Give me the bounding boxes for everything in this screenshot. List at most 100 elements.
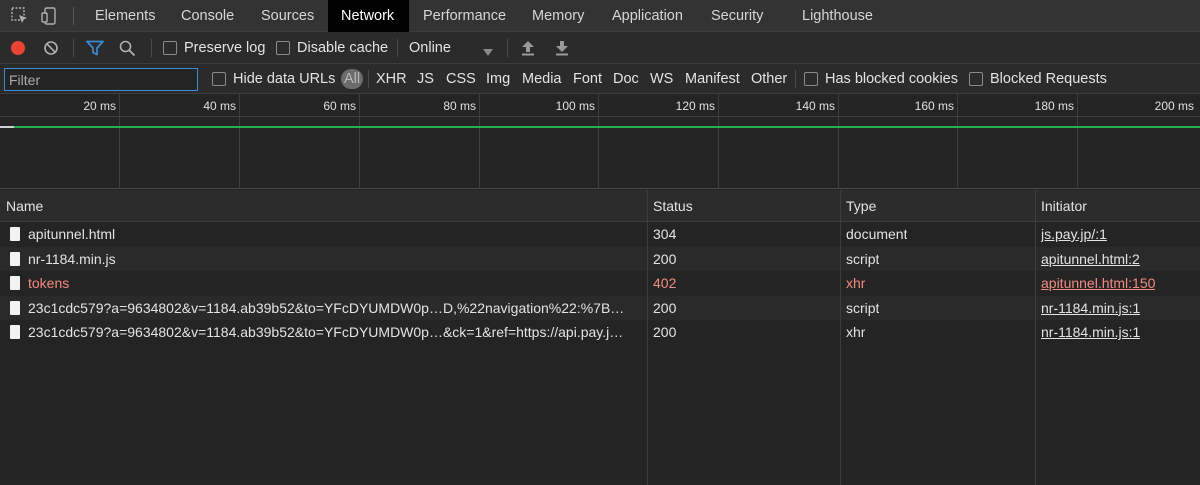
toolbar-separator [73,39,74,57]
table-row[interactable]: tokens 402 xhr apitunnel.html:150 [0,271,1200,296]
type-filter-img[interactable]: Img [486,68,510,90]
toolbar-separator [397,39,398,57]
record-icon[interactable] [10,40,26,56]
timeline-gridline [119,94,120,189]
request-status: 200 [653,299,677,316]
hide-data-urls-checkbox[interactable] [212,72,226,86]
column-header-type[interactable]: Type [840,190,876,222]
document-file-icon [10,276,20,290]
request-initiator-link[interactable]: apitunnel.html:150 [1041,271,1155,296]
throttling-select[interactable]: Online [409,40,451,56]
tab-network[interactable]: Network [328,0,409,32]
table-row[interactable]: apitunnel.html 304 document js.pay.jp/:1 [0,222,1200,247]
timeline-tick-label: 120 ms [675,99,715,113]
toolbar-separator [507,39,508,57]
timeline-tick-label: 140 ms [795,99,835,113]
type-filter-css[interactable]: CSS [446,68,476,90]
device-toolbar-icon[interactable] [40,6,60,26]
timeline-tick-label: 160 ms [914,99,954,113]
request-initiator-link[interactable]: nr-1184.min.js:1 [1041,296,1140,321]
disable-cache-checkbox[interactable] [276,41,290,55]
preserve-log-label: Preserve log [184,40,266,56]
request-type: script [846,299,880,316]
request-status: 200 [653,250,677,267]
request-type: document [846,226,908,242]
tab-lighthouse[interactable]: Lighthouse [790,0,885,32]
timeline-gridline [598,94,599,189]
preserve-log-checkbox[interactable] [163,41,177,55]
type-filter-manifest[interactable]: Manifest [685,68,740,90]
toolbar-separator [151,39,152,57]
devtools-tab-bar: Elements Console Sources Network Perform… [0,0,1200,32]
document-file-icon [10,251,20,266]
timeline-tick-label: 180 ms [1034,99,1074,113]
document-file-icon [10,300,20,315]
clear-icon[interactable] [43,40,59,56]
tab-elements[interactable]: Elements [83,0,167,32]
type-filter-other[interactable]: Other [751,68,787,90]
document-file-icon [10,227,20,241]
type-filter-doc[interactable]: Doc [613,68,639,90]
request-initiator-link[interactable]: apitunnel.html:2 [1041,247,1140,272]
request-status: 304 [653,226,677,242]
column-header-status[interactable]: Status [647,190,693,222]
request-name: nr-1184.min.js [28,250,116,267]
timeline-header-divider [0,116,1200,117]
type-filter-media[interactable]: Media [522,68,562,90]
timeline-gridline [957,94,958,189]
timeline-tick-label: 20 ms [83,99,116,113]
column-divider[interactable] [647,190,648,485]
export-har-icon[interactable] [555,40,569,56]
dom-content-loaded-line [0,126,1200,128]
timeline-gridline [1077,94,1078,189]
table-row[interactable]: 23c1cdc579?a=9634802&v=1184.ab39b52&to=Y… [0,295,1200,321]
tab-security[interactable]: Security [699,0,775,32]
filter-separator [368,70,369,88]
table-row[interactable]: 23c1cdc579?a=9634802&v=1184.ab39b52&to=Y… [0,320,1200,345]
filter-bar: Hide data URLs All XHR JS CSS Img Media … [0,64,1200,94]
timeline-tick-label: 100 ms [555,99,595,113]
tab-sources[interactable]: Sources [249,0,326,32]
type-filter-ws[interactable]: WS [650,68,673,90]
type-filter-xhr[interactable]: XHR [376,68,407,90]
timeline-tick-label: 40 ms [203,99,236,113]
type-filter-all[interactable]: All [341,69,364,89]
filter-separator [795,70,796,88]
has-blocked-cookies-checkbox[interactable] [804,72,818,86]
column-header-initiator[interactable]: Initiator [1035,190,1087,222]
timeline-gridline [838,94,839,189]
has-blocked-cookies-label: Has blocked cookies [825,71,958,87]
tab-application[interactable]: Application [600,0,695,32]
network-overview[interactable]: 20 ms 40 ms 60 ms 80 ms 100 ms 120 ms 14… [0,94,1200,189]
tab-performance[interactable]: Performance [411,0,518,32]
timeline-gridline [718,94,719,189]
column-divider[interactable] [1035,190,1036,485]
timeline-gridline [359,94,360,189]
request-bar [0,126,14,128]
table-row[interactable]: nr-1184.min.js 200 script apitunnel.html… [0,246,1200,272]
timeline-tick-label: 200 ms [1154,99,1194,113]
request-initiator-link[interactable]: js.pay.jp/:1 [1041,222,1107,247]
column-header-name[interactable]: Name [0,190,43,222]
network-toolbar: Preserve log Disable cache Online [0,32,1200,64]
tab-memory[interactable]: Memory [520,0,596,32]
request-type: script [846,250,880,267]
type-filter-js[interactable]: JS [417,68,434,90]
import-har-icon[interactable] [521,40,535,56]
inspect-element-icon[interactable] [10,6,30,26]
tab-console[interactable]: Console [169,0,246,32]
filter-icon[interactable] [86,40,104,56]
blocked-requests-label: Blocked Requests [990,71,1107,87]
filter-input[interactable] [4,68,198,91]
request-name: tokens [28,275,70,291]
type-filter-font[interactable]: Font [573,68,602,90]
disable-cache-label: Disable cache [297,40,389,56]
document-file-icon [10,325,20,339]
column-divider[interactable] [840,190,841,485]
request-name: 23c1cdc579?a=9634802&v=1184.ab39b52&to=Y… [28,299,625,316]
request-initiator-link[interactable]: nr-1184.min.js:1 [1041,320,1140,345]
dropdown-arrow-icon[interactable] [483,44,493,56]
blocked-requests-checkbox[interactable] [969,72,983,86]
tab-separator [73,7,74,25]
search-icon[interactable] [119,40,136,57]
